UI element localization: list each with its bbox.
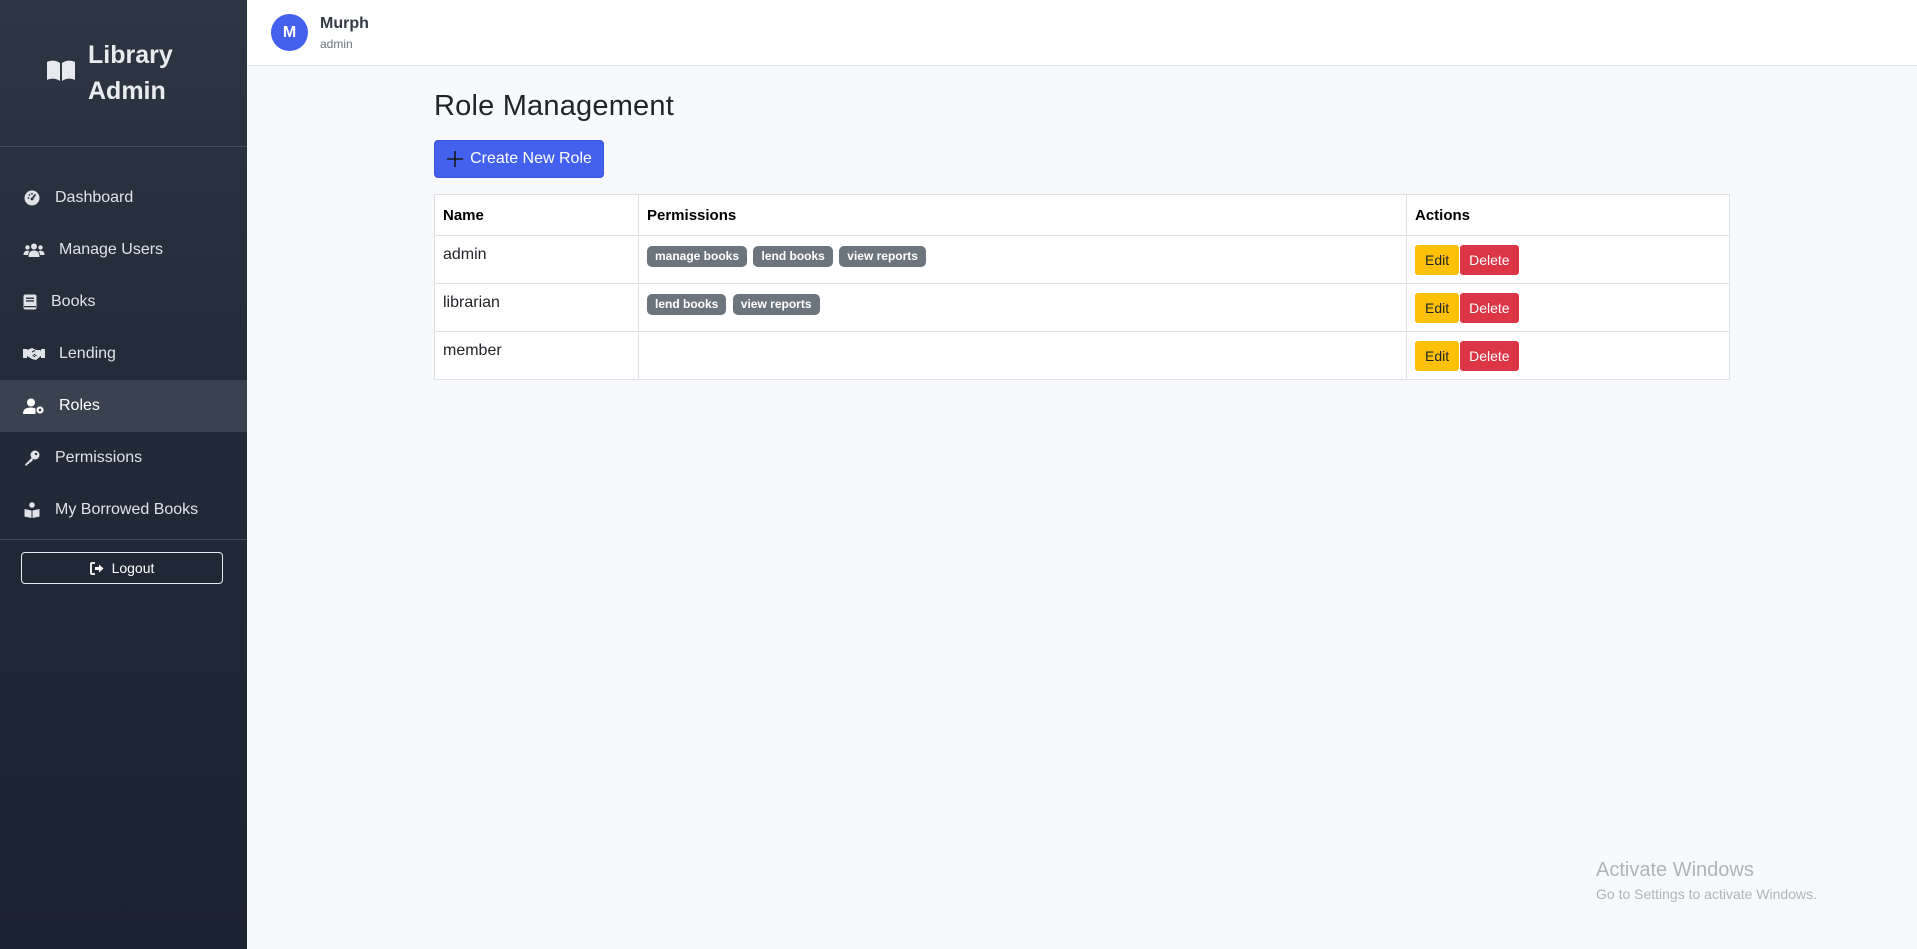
sidebar-item-dashboard[interactable]: Dashboard — [0, 172, 247, 224]
column-header-name: Name — [434, 194, 639, 236]
role-permissions — [638, 331, 1407, 380]
plus-icon — [447, 151, 464, 167]
user-gear-icon — [23, 398, 45, 414]
role-actions: Edit Delete — [1406, 331, 1730, 380]
sidebar-item-label: My Borrowed Books — [55, 501, 199, 518]
sidebar-nav: Dashboard Manage Users Books Lending Rol… — [0, 147, 247, 536]
permission-badge: manage books — [647, 246, 748, 267]
table-header-row: Name Permissions Actions — [434, 194, 1730, 236]
watermark-title: Activate Windows — [1596, 859, 1754, 881]
permission-badge: view reports — [732, 294, 820, 315]
logout-button[interactable]: Logout — [21, 552, 223, 584]
brand: Library Admin — [0, 0, 247, 147]
sidebar-item-label: Roles — [59, 397, 100, 414]
sidebar-item-permissions[interactable]: Permissions — [0, 432, 247, 484]
user-info: Murph admin — [320, 14, 369, 52]
page-title: Role Management — [434, 90, 674, 122]
table-row: librarian lend books view reports Edit De… — [434, 283, 1730, 332]
role-name: admin — [434, 235, 639, 284]
brand-line-1: Library — [88, 41, 173, 69]
sidebar-item-label: Permissions — [55, 449, 143, 466]
create-new-role-button[interactable]: Create New Role — [434, 140, 604, 178]
user-role: admin — [320, 36, 353, 51]
watermark-subtitle: Go to Settings to activate Windows. — [1596, 886, 1817, 902]
book-reader-icon — [23, 502, 41, 518]
role-name: librarian — [434, 283, 639, 332]
edit-button[interactable]: Edit — [1415, 244, 1460, 275]
table-row: member Edit Delete — [434, 331, 1730, 380]
edit-button[interactable]: Edit — [1415, 340, 1460, 371]
sidebar-item-label: Books — [51, 293, 96, 310]
sidebar: Library Admin Dashboard Manage Users Boo… — [0, 0, 247, 949]
permission-badge: view reports — [839, 246, 926, 267]
sidebar-item-label: Manage Users — [59, 241, 164, 258]
sidebar-item-roles[interactable]: Roles — [0, 380, 247, 432]
brand-title: Library Admin — [88, 37, 173, 109]
delete-button[interactable]: Delete — [1460, 292, 1519, 323]
user-name: Murph — [320, 14, 369, 32]
key-icon — [23, 450, 41, 466]
column-header-actions: Actions — [1406, 194, 1730, 236]
sidebar-item-lending[interactable]: Lending — [0, 328, 247, 380]
users-icon — [23, 242, 45, 258]
delete-button[interactable]: Delete — [1460, 244, 1519, 275]
table-row: admin manage books lend books view repor… — [434, 235, 1730, 284]
roles-table: Name Permissions Actions admin manage bo… — [434, 194, 1730, 380]
book-open-icon — [47, 60, 75, 81]
role-permissions: manage books lend books view reports — [638, 235, 1407, 284]
role-name: member — [434, 331, 639, 380]
role-permissions: lend books view reports — [638, 283, 1407, 332]
logout-label: Logout — [111, 560, 155, 576]
sidebar-item-books[interactable]: Books — [0, 276, 247, 328]
edit-button[interactable]: Edit — [1415, 292, 1460, 323]
book-icon — [23, 294, 37, 310]
column-header-permissions: Permissions — [638, 194, 1407, 236]
permission-badge: lend books — [753, 246, 833, 267]
avatar[interactable]: M — [271, 14, 308, 51]
activate-windows-watermark: Activate Windows Go to Settings to activ… — [1596, 858, 1817, 904]
permission-badge: lend books — [647, 294, 727, 315]
gauge-icon — [23, 190, 41, 206]
sidebar-item-label: Dashboard — [55, 189, 134, 206]
sidebar-item-manage-users[interactable]: Manage Users — [0, 224, 247, 276]
brand-line-2: Admin — [88, 77, 166, 105]
handshake-icon — [23, 346, 45, 362]
role-actions: Edit Delete — [1406, 235, 1730, 284]
sign-out-icon — [89, 561, 104, 575]
create-new-role-label: Create New Role — [470, 150, 592, 167]
delete-button[interactable]: Delete — [1460, 340, 1519, 371]
sidebar-item-my-borrowed-books[interactable]: My Borrowed Books — [0, 484, 247, 536]
role-actions: Edit Delete — [1406, 283, 1730, 332]
top-bar: M Murph admin — [247, 0, 1917, 66]
sidebar-item-label: Lending — [59, 345, 116, 362]
sidebar-divider — [0, 539, 247, 540]
